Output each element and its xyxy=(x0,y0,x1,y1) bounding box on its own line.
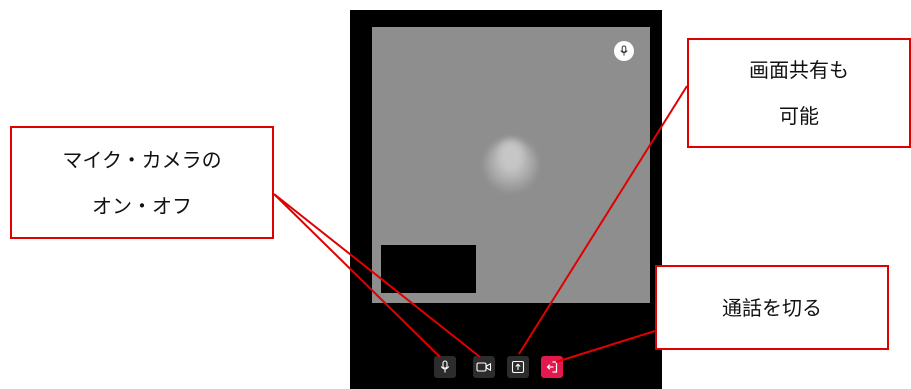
callout-text: マイク・カメラの xyxy=(62,147,222,172)
callout-line-hangup xyxy=(555,330,656,363)
callout-text: オン・オフ xyxy=(92,193,192,218)
callout-text: 画面共有も xyxy=(749,58,849,82)
callout-mic-camera: マイク・カメラの オン・オフ xyxy=(10,126,274,239)
callout-hang-up: 通話を切る xyxy=(655,265,889,350)
callout-text: 通話を切る xyxy=(722,295,822,320)
callout-screen-share: 画面共有も 可能 xyxy=(687,38,911,148)
callout-text: 可能 xyxy=(779,104,819,128)
callout-line-mic xyxy=(273,193,441,358)
callout-line-camera xyxy=(273,193,481,358)
